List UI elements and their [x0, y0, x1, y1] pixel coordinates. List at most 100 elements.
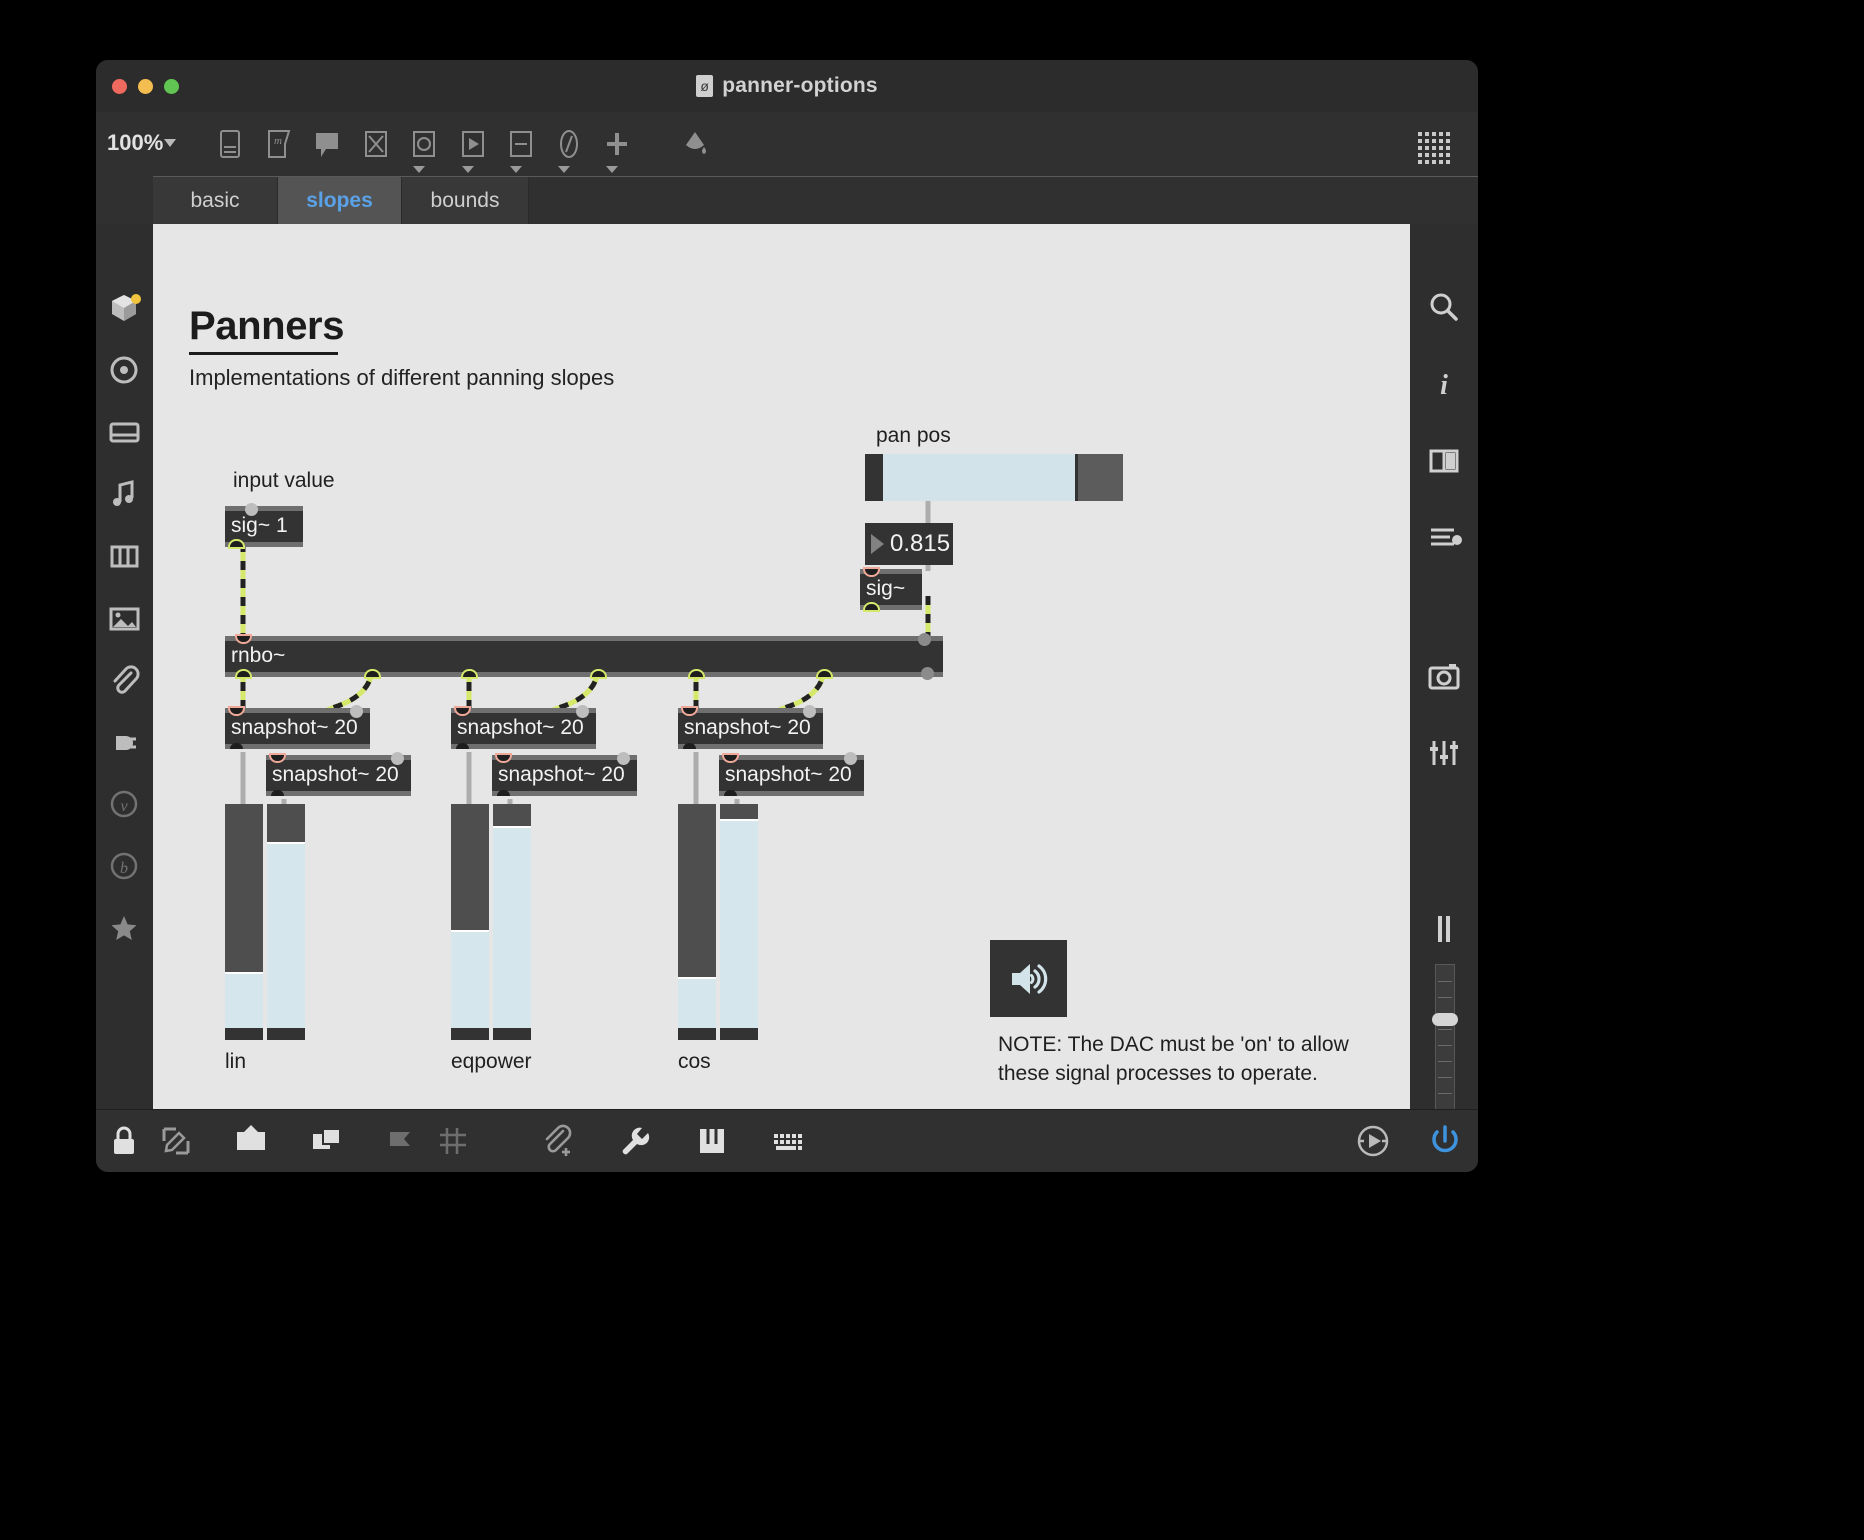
outlet[interactable] — [456, 743, 469, 749]
sidebar-item-snapshots[interactable] — [106, 352, 143, 389]
pan-position-slider[interactable] — [865, 454, 1123, 501]
outlet[interactable] — [683, 743, 696, 749]
lock-icon[interactable] — [105, 1122, 143, 1160]
dac-toggle-button[interactable] — [990, 940, 1067, 1017]
sidebar-item-beap[interactable]: b — [106, 848, 143, 885]
sidebar-item-attachments[interactable] — [106, 662, 143, 699]
chevron-down-icon[interactable] — [606, 166, 618, 173]
subpatcher-tabbar: basic slopes bounds — [96, 176, 1478, 224]
layers-icon[interactable] — [307, 1122, 345, 1160]
info-icon[interactable]: i — [1424, 364, 1464, 404]
outlet-1[interactable] — [237, 671, 250, 677]
object-snapshot-cos-left[interactable]: snapshot~ 20 — [678, 708, 823, 749]
outlet[interactable] — [230, 541, 243, 547]
object-rnbo[interactable]: rnbo~ — [225, 636, 943, 677]
object-sig-pan[interactable]: sig~ — [860, 569, 922, 610]
zoom-level-label[interactable]: 100% — [107, 130, 163, 156]
grid-snap-icon[interactable] — [1416, 130, 1456, 170]
svg-text:b: b — [120, 860, 128, 877]
inlet-right[interactable] — [803, 705, 816, 718]
sidebar-item-audio[interactable] — [106, 476, 143, 513]
sidebar-item-images[interactable] — [106, 600, 143, 637]
outlet[interactable] — [230, 743, 243, 749]
paint-bucket-icon[interactable] — [678, 127, 712, 161]
inlet-right[interactable] — [391, 752, 404, 765]
outlet-2[interactable] — [366, 671, 379, 677]
clippings-icon[interactable] — [539, 1122, 577, 1160]
lin-left-meter[interactable] — [225, 804, 263, 1040]
message-box-icon[interactable]: m — [262, 127, 296, 161]
sidebar-item-files[interactable] — [106, 414, 143, 451]
audio-power-icon[interactable] — [1426, 1122, 1464, 1160]
meter-bottom-cap — [678, 1028, 716, 1040]
sidebar-item-vizzie[interactable]: v — [106, 786, 143, 823]
eqpower-right-meter[interactable] — [493, 804, 531, 1040]
inlet-right[interactable] — [576, 705, 589, 718]
outlet[interactable] — [271, 790, 284, 796]
computer-keyboard-icon[interactable] — [770, 1122, 808, 1160]
tab-slopes[interactable]: slopes — [278, 177, 402, 224]
tab-basic[interactable]: basic — [153, 177, 278, 224]
transport-play-icon[interactable] — [1354, 1122, 1392, 1160]
eqpower-left-meter[interactable] — [451, 804, 489, 1040]
patcher-canvas[interactable]: .sigcord { stroke:#d6e86a; stroke-width:… — [153, 224, 1410, 1110]
sidebar-item-video[interactable] — [106, 538, 143, 575]
chevron-down-icon[interactable] — [164, 139, 176, 147]
search-icon[interactable] — [1424, 287, 1464, 327]
dial-object-icon[interactable] — [407, 127, 441, 161]
add-object-icon[interactable] — [600, 127, 634, 161]
outlet-4[interactable] — [592, 671, 605, 677]
cos-label: cos — [678, 1050, 711, 1074]
ui-object-icon[interactable] — [359, 127, 393, 161]
master-fader-knob[interactable] — [1432, 1013, 1458, 1026]
inlet-right[interactable] — [617, 752, 630, 765]
right-sidebar: i — [1410, 224, 1478, 1110]
object-snapshot-lin-right[interactable]: snapshot~ 20 — [266, 755, 411, 796]
object-snapshot-cos-right[interactable]: snapshot~ 20 — [719, 755, 864, 796]
sidebar-item-favorites[interactable] — [106, 910, 143, 947]
presentation-icon[interactable] — [213, 127, 247, 161]
outlet[interactable] — [724, 790, 737, 796]
object-snapshot-eqpower-right[interactable]: snapshot~ 20 — [492, 755, 637, 796]
playback-object-icon[interactable] — [456, 127, 490, 161]
lin-right-meter[interactable] — [267, 804, 305, 1040]
chevron-down-icon[interactable] — [510, 166, 522, 173]
sidebar-item-devices[interactable] — [106, 724, 143, 761]
inlet[interactable] — [245, 503, 258, 516]
comment-icon[interactable] — [310, 127, 344, 161]
presentation-mode-icon[interactable] — [232, 1122, 270, 1160]
inlet-right[interactable] — [918, 633, 931, 646]
sliders-icon[interactable] — [1424, 733, 1464, 773]
cos-right-meter[interactable] — [720, 804, 758, 1040]
console-icon[interactable] — [1424, 518, 1464, 558]
outlet[interactable] — [865, 604, 878, 610]
grid-icon[interactable] — [434, 1122, 472, 1160]
inlet-right[interactable] — [844, 752, 857, 765]
object-snapshot-lin-left[interactable]: snapshot~ 20 — [225, 708, 370, 749]
cos-left-meter[interactable] — [678, 804, 716, 1040]
left-sidebar: v b — [96, 224, 153, 1110]
wrench-icon[interactable] — [616, 1122, 654, 1160]
outlet-6[interactable] — [818, 671, 831, 677]
outlet-dump[interactable] — [921, 667, 934, 680]
book-icon[interactable] — [1424, 441, 1464, 481]
sidebar-item-packages[interactable] — [106, 290, 143, 327]
chevron-down-icon[interactable] — [462, 166, 474, 173]
outlet[interactable] — [497, 790, 510, 796]
flag-icon[interactable] — [382, 1122, 420, 1160]
edit-mode-icon[interactable] — [157, 1122, 195, 1160]
keyboard-piano-icon[interactable] — [693, 1122, 731, 1160]
audio-object-icon[interactable] — [552, 127, 586, 161]
outlet-3[interactable] — [463, 671, 476, 677]
object-snapshot-eqpower-left[interactable]: snapshot~ 20 — [451, 708, 596, 749]
chevron-down-icon[interactable] — [558, 166, 570, 173]
camera-icon[interactable] — [1424, 656, 1464, 696]
inlet-right[interactable] — [350, 705, 363, 718]
slider-object-icon[interactable] — [504, 127, 538, 161]
meter-tick — [720, 819, 758, 821]
object-sig-in[interactable]: sig~ 1 — [225, 506, 303, 547]
chevron-down-icon[interactable] — [413, 166, 425, 173]
outlet-5[interactable] — [690, 671, 703, 677]
tab-bounds[interactable]: bounds — [402, 177, 529, 224]
number-box[interactable]: 0.815 — [865, 523, 953, 565]
